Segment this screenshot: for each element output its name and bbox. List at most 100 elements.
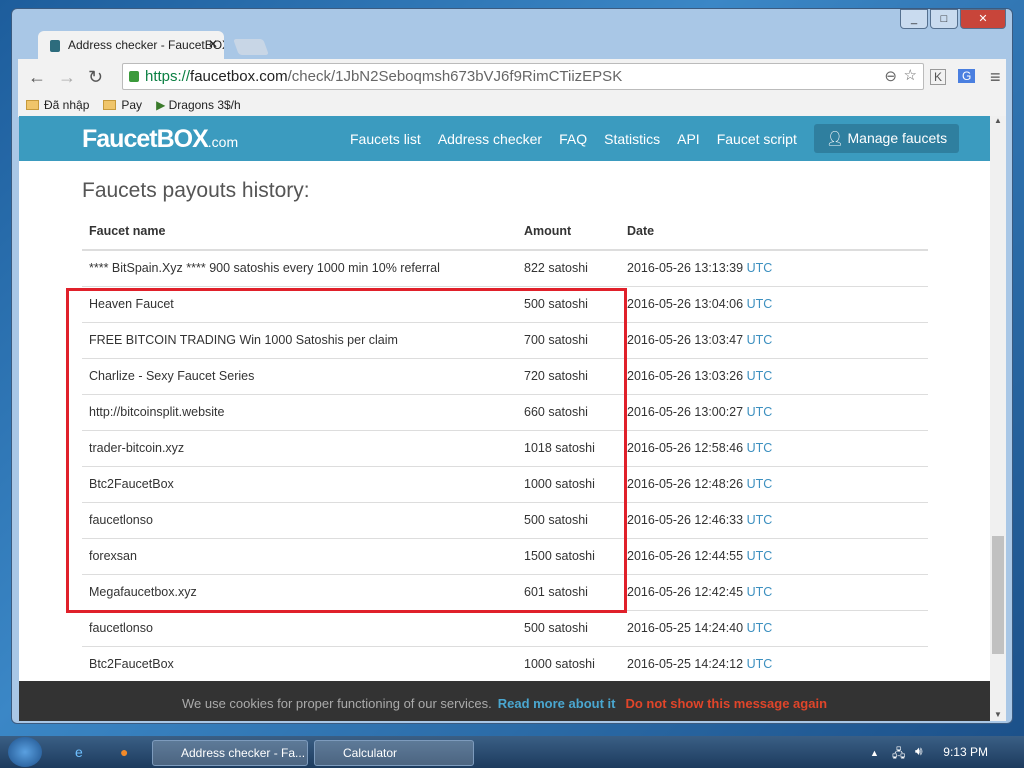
col-amount: Amount: [517, 213, 620, 251]
timezone: UTC: [746, 261, 773, 276]
date: 2016-05-26 13:04:06 UTC: [620, 285, 928, 322]
tab-close-icon[interactable]: ✕: [208, 37, 218, 51]
timezone: UTC: [746, 369, 773, 383]
favicon-icon: [50, 40, 60, 52]
col-faucet-name: Faucet name: [82, 213, 517, 251]
star-icon[interactable]: ☆: [904, 66, 917, 84]
tab-title: Address checker - FaucetBOX: [68, 38, 224, 52]
nav-api[interactable]: API: [677, 131, 700, 147]
date: 2016-05-26 12:58:46 UTC: [620, 429, 928, 466]
amount: 500 satoshi: [517, 609, 620, 646]
table-row: **** BitSpain.Xyz **** 900 satoshis ever…: [82, 249, 928, 286]
taskbar-item-browser[interactable]: Address checker - Fa...: [152, 740, 308, 766]
faucet-name: faucetlonso: [82, 609, 517, 646]
dismiss-cookie-link[interactable]: Do not show this message again: [625, 696, 827, 711]
cookie-banner: We use cookies for proper functioning of…: [19, 681, 990, 721]
amount: 822 satoshi: [517, 249, 620, 286]
scrollbar-thumb[interactable]: [992, 536, 1004, 654]
col-date: Date: [620, 213, 928, 251]
tray-expand-icon[interactable]: ▲: [870, 748, 879, 758]
new-tab-button[interactable]: [233, 39, 269, 55]
zoom-icon[interactable]: ⊖: [884, 67, 897, 85]
read-more-link[interactable]: Read more about it: [498, 696, 616, 711]
ie-icon[interactable]: e: [75, 744, 83, 760]
reload-icon[interactable]: ↻: [88, 67, 103, 88]
bookmark-folder[interactable]: Pay: [103, 98, 142, 117]
timezone: UTC: [746, 477, 773, 491]
scroll-up-icon[interactable]: ▲: [990, 116, 1006, 125]
translate-icon[interactable]: G: [958, 69, 976, 83]
timezone: UTC: [746, 657, 773, 672]
timezone: UTC: [746, 297, 773, 311]
dragon-icon: ▶: [156, 98, 169, 112]
page-content: FaucetBOX.com Faucets list Address check…: [19, 116, 990, 721]
user-icon: 👤︎: [825, 130, 848, 146]
date: 2016-05-26 13:03:47 UTC: [620, 321, 928, 358]
minimize-button[interactable]: _: [900, 9, 928, 29]
address-bar[interactable]: https://faucetbox.com/check/1JbN2Seboqms…: [122, 63, 924, 90]
url-path: /check/1JbN2Seboqmsh673bVJ6f9RimCTiizEPS…: [287, 68, 623, 85]
faucet-name: **** BitSpain.Xyz **** 900 satoshis ever…: [82, 249, 517, 286]
amount: 1000 satoshi: [517, 645, 620, 682]
bookmarks-bar: Đã nhập Pay ▶ Dragons 3$/h: [18, 95, 1006, 117]
timezone: UTC: [746, 549, 773, 563]
browser-tab[interactable]: Address checker - FaucetBOX ✕: [38, 31, 224, 59]
start-button[interactable]: [8, 737, 42, 767]
table-row: faucetlonso 500 satoshi 2016-05-25 14:24:4…: [82, 609, 928, 646]
timezone: UTC: [746, 333, 773, 347]
close-window-button[interactable]: ✕: [960, 9, 1006, 29]
date: 2016-05-25 14:24:40 UTC: [620, 609, 928, 646]
scrollbar[interactable]: ▲ ▼: [990, 116, 1006, 721]
taskbar-item-calculator[interactable]: Calculator: [314, 740, 474, 766]
menu-icon[interactable]: ≡: [990, 67, 1001, 88]
table-row: Btc2FaucetBox 1000 satoshi 2016-05-25 14:2…: [82, 645, 928, 682]
window-controls: _ □ ✕: [900, 9, 1006, 29]
url-domain: faucetbox.com: [190, 68, 288, 85]
forward-icon[interactable]: →: [58, 67, 76, 88]
back-icon[interactable]: ←: [28, 67, 46, 88]
scroll-down-icon[interactable]: ▼: [990, 710, 1006, 719]
nav-faucet-script[interactable]: Faucet script: [717, 131, 797, 147]
volume-icon[interactable]: 🔊︎: [915, 744, 923, 759]
highlight-box: [66, 288, 627, 613]
browser-window: _ □ ✕ Address checker - FaucetBOX ✕ ← → ↻…: [11, 8, 1013, 724]
bookmark-label: Pay: [121, 98, 143, 112]
toolbar: ← → ↻ https://faucetbox.com/check/1JbN2S…: [18, 59, 1006, 95]
bookmark-link[interactable]: ▶ Dragons 3$/h: [156, 98, 241, 117]
nav-faq[interactable]: FAQ: [559, 131, 587, 147]
date: 2016-05-26 12:42:45 UTC: [620, 573, 928, 610]
cookie-text: We use cookies for proper functioning of…: [181, 696, 492, 711]
timezone: UTC: [746, 441, 773, 455]
nav-address-checker[interactable]: Address checker: [438, 131, 542, 147]
taskbar: e ● Address checker - Fa... Calculator ▲…: [0, 736, 1024, 768]
page-title: Faucets payouts history:: [82, 179, 310, 202]
maximize-button[interactable]: □: [930, 9, 958, 29]
firefox-icon[interactable]: ●: [120, 744, 128, 760]
lock-icon: [129, 71, 139, 82]
bookmark-label: Dragons 3$/h: [168, 98, 241, 112]
site-header: FaucetBOX.com Faucets list Address check…: [19, 116, 990, 161]
date: 2016-05-26 12:48:26 UTC: [620, 465, 928, 502]
date: 2016-05-26 13:00:27 UTC: [620, 393, 928, 430]
clock[interactable]: 9:13 PM: [943, 745, 988, 759]
timezone: UTC: [746, 513, 773, 527]
nav-faucets-list[interactable]: Faucets list: [350, 131, 421, 147]
timezone: UTC: [746, 585, 773, 599]
bookmark-label: Đã nhập: [44, 98, 90, 112]
nav-statistics[interactable]: Statistics: [604, 131, 660, 147]
date: 2016-05-26 13:13:39 UTC: [620, 249, 928, 286]
timezone: UTC: [746, 621, 773, 635]
date: 2016-05-26 12:44:55 UTC: [620, 537, 928, 574]
bookmark-folder[interactable]: Đã nhập: [26, 98, 89, 117]
folder-icon: [26, 100, 39, 110]
date: 2016-05-25 14:24:12 UTC: [620, 645, 928, 682]
folder-icon: [103, 100, 117, 110]
url-scheme: https://: [145, 68, 191, 85]
manage-faucets-button[interactable]: 👤︎ Manage faucets: [813, 124, 960, 153]
timezone: UTC: [746, 405, 773, 419]
date: 2016-05-26 13:03:26 UTC: [620, 357, 928, 394]
site-logo[interactable]: FaucetBOX.com: [82, 125, 238, 154]
faucet-name: Btc2FaucetBox: [82, 645, 517, 682]
extension-k-icon[interactable]: K: [930, 69, 947, 85]
network-icon[interactable]: 🖧︎: [892, 744, 905, 765]
